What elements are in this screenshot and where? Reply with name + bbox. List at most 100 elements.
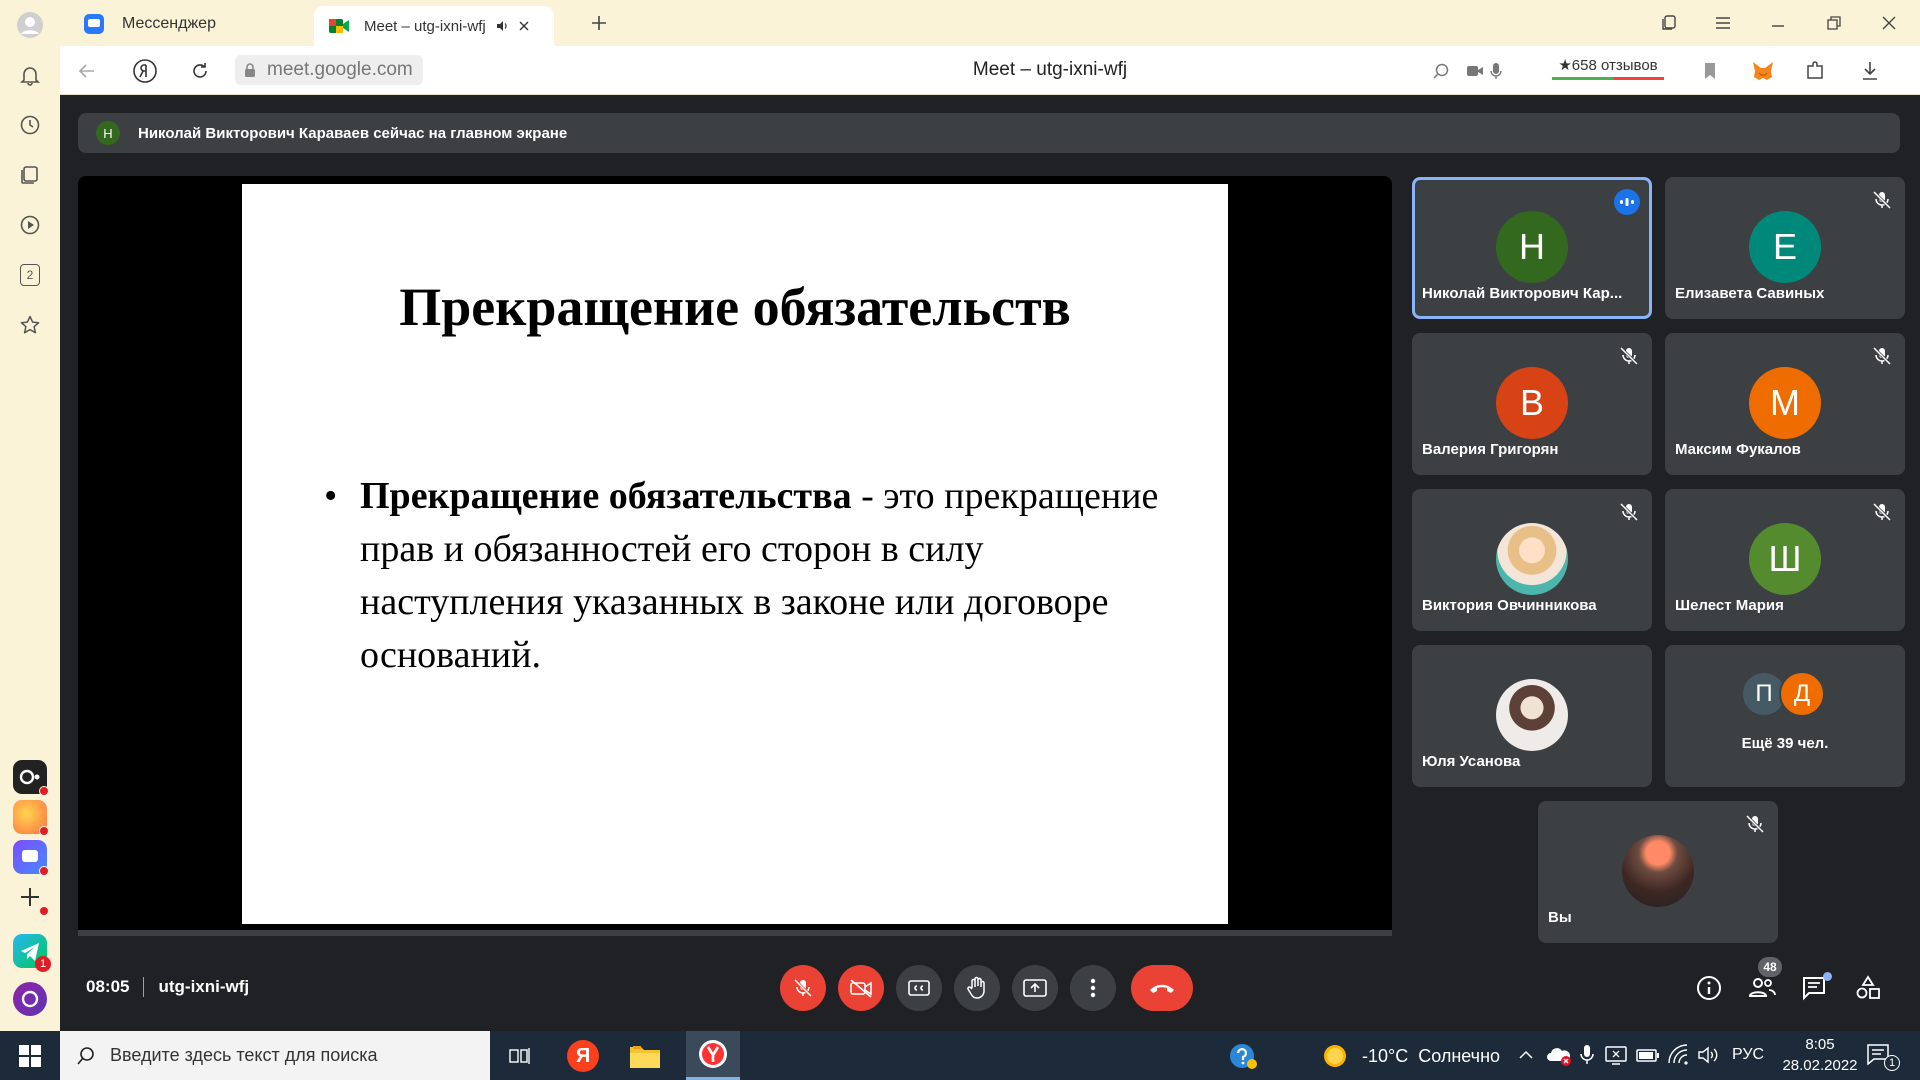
mic-off-icon — [1619, 346, 1639, 366]
restore-icon[interactable] — [1816, 8, 1852, 38]
speaker-icon[interactable] — [496, 20, 508, 32]
people-button[interactable]: 48 — [1748, 957, 1782, 1003]
mic-off-icon — [1619, 502, 1639, 522]
help-icon[interactable] — [1228, 1041, 1258, 1071]
tab-messenger[interactable]: Мессенджер — [70, 6, 310, 42]
collections-icon[interactable] — [15, 160, 45, 190]
tab-bar: Мессенджер Meet – utg-ixni-wfj — [60, 0, 1920, 46]
zen-app-icon[interactable] — [13, 800, 49, 836]
url-pill[interactable]: meet.google.com — [235, 55, 423, 85]
language-indicator[interactable]: РУС — [1732, 1046, 1764, 1064]
tab-count-icon[interactable]: 2 — [15, 260, 45, 290]
clock-time: 8:05 — [1805, 1036, 1835, 1053]
reviews-button[interactable]: ★658 отзывов — [1552, 56, 1664, 84]
speaking-indicator-icon — [1614, 189, 1640, 215]
participant-tile[interactable]: Ш Шелест Мария — [1665, 489, 1905, 631]
more-participants-tile[interactable]: П Д Ещё 39 чел. — [1665, 645, 1905, 787]
avatar-icon[interactable] — [15, 10, 45, 40]
participant-name: Юля Усанова — [1422, 753, 1521, 770]
back-button[interactable] — [72, 56, 102, 86]
weather-sun-icon[interactable] — [1322, 1043, 1348, 1069]
volume-icon[interactable] — [1696, 1043, 1720, 1067]
mic-tray-icon[interactable] — [1580, 1043, 1596, 1069]
leave-call-button[interactable] — [1131, 965, 1193, 1011]
alice-app-icon[interactable] — [13, 760, 49, 796]
slide-bullet: Прекращение обязательства - это прекраще… — [360, 470, 1160, 682]
extensions-icon[interactable] — [1800, 56, 1830, 86]
onedrive-icon[interactable] — [1546, 1043, 1572, 1067]
telegram-app-icon[interactable]: 1 — [13, 934, 51, 972]
add-app-icon[interactable] — [13, 880, 49, 916]
info-icon — [1697, 976, 1721, 1000]
notifications-badge: 1 — [1884, 1055, 1900, 1071]
wifi-icon[interactable] — [1666, 1043, 1690, 1067]
avatar-photo — [1622, 835, 1694, 907]
microphone-icon[interactable] — [1481, 56, 1511, 86]
close-window-icon[interactable] — [1871, 8, 1907, 38]
participant-name: Виктория Овчинникова — [1422, 597, 1597, 614]
mic-toggle-button[interactable] — [780, 965, 826, 1011]
bullet-icon: • — [324, 475, 338, 517]
self-tile[interactable]: Вы — [1538, 801, 1778, 943]
taskbar-search[interactable]: Введите здесь текст для поиска — [60, 1031, 490, 1080]
download-icon[interactable] — [1855, 56, 1885, 86]
raise-hand-button[interactable] — [954, 965, 1000, 1011]
screen-tray-icon[interactable] — [1604, 1043, 1628, 1069]
minimize-icon[interactable] — [1760, 8, 1796, 38]
bell-icon[interactable] — [15, 60, 45, 90]
menu-icon[interactable] — [1705, 8, 1741, 38]
participant-tile[interactable]: Н Николай Викторович Кар... — [1412, 177, 1652, 319]
participant-name: Вы — [1548, 909, 1572, 926]
arrow-left-icon — [78, 64, 94, 78]
search-icon[interactable] — [1426, 56, 1456, 86]
history-icon[interactable] — [15, 110, 45, 140]
presenting-text: Николай Викторович Караваев сейчас на гл… — [138, 124, 568, 142]
page-title: Meet – utg-ixni-wfj — [972, 59, 1128, 80]
captions-button[interactable] — [896, 965, 942, 1011]
hand-icon — [967, 976, 985, 999]
chevron-up-icon[interactable] — [1518, 1043, 1538, 1067]
camera-toggle-button[interactable] — [838, 965, 884, 1011]
close-tab-icon[interactable] — [518, 20, 530, 32]
messenger-app-icon[interactable] — [13, 840, 49, 876]
activities-button[interactable] — [1855, 975, 1883, 1003]
notifications-icon[interactable]: 1 — [1866, 1043, 1900, 1071]
slide-bullet-term: Прекращение обязательства — [360, 475, 852, 517]
reviews-label: ★658 отзывов — [1558, 57, 1658, 74]
yandex-browser-taskbar-icon[interactable] — [686, 1031, 740, 1080]
participant-tile[interactable]: М Максим Фукалов — [1665, 333, 1905, 475]
browser-sidebar: 2 1 — [0, 0, 60, 1031]
start-button[interactable] — [10, 1041, 50, 1071]
metamask-icon[interactable] — [1748, 56, 1778, 86]
tab-meet[interactable]: Meet – utg-ixni-wfj — [314, 6, 554, 46]
bookmark-icon[interactable] — [1695, 56, 1725, 86]
present-screen-button[interactable] — [1012, 965, 1058, 1011]
yandex-button[interactable] — [130, 56, 160, 86]
participant-tile[interactable]: Виктория Овчинникова — [1412, 489, 1652, 631]
participant-tile[interactable]: Е Елизавета Савиных — [1665, 177, 1905, 319]
plus-icon — [592, 16, 606, 30]
reload-button[interactable] — [185, 56, 215, 86]
participant-tile[interactable]: В Валерия Григорян — [1412, 333, 1652, 475]
alice-assistant-icon[interactable] — [13, 982, 47, 1016]
meeting-details-button[interactable] — [1696, 975, 1724, 1003]
presentation-slide: Прекращение обязательств • Прекращение о… — [242, 184, 1228, 924]
file-explorer-icon[interactable] — [629, 1043, 661, 1069]
more-options-button[interactable] — [1070, 965, 1116, 1011]
meet-area: Н Николай Викторович Караваев сейчас на … — [60, 95, 1920, 1031]
yandex-taskbar-icon[interactable]: Я — [567, 1040, 599, 1072]
participant-tile[interactable]: Юля Усанова — [1412, 645, 1652, 787]
task-view-icon[interactable] — [505, 1041, 535, 1071]
clock[interactable]: 8:05 28.02.2022 — [1780, 1034, 1860, 1076]
main-stage: Прекращение обязательств • Прекращение о… — [78, 176, 1392, 930]
people-count-badge: 48 — [1758, 957, 1782, 977]
tabs-manager-icon[interactable] — [1651, 8, 1687, 38]
chat-button[interactable] — [1802, 972, 1832, 1003]
video-icon[interactable] — [15, 210, 45, 240]
new-tab-button[interactable] — [584, 8, 614, 38]
mic-off-icon — [1872, 346, 1892, 366]
battery-icon[interactable] — [1636, 1045, 1660, 1065]
activities-icon — [1856, 975, 1880, 999]
messenger-icon — [84, 14, 104, 34]
star-icon[interactable] — [15, 310, 45, 340]
